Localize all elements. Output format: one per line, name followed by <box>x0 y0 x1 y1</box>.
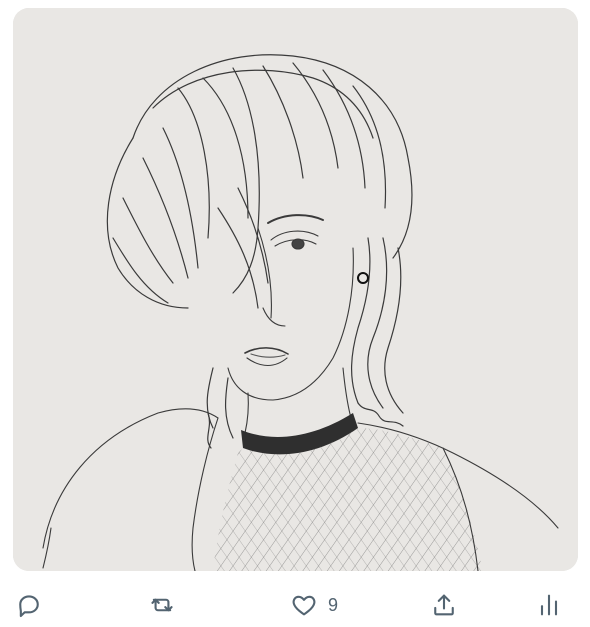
tweet-media-image[interactable] <box>13 8 578 571</box>
pencil-sketch-portrait <box>13 8 578 571</box>
like-count: 9 <box>328 594 339 615</box>
like-button[interactable]: 9 <box>290 591 338 619</box>
reply-icon <box>15 591 43 619</box>
tweet-action-bar: 9 <box>0 583 590 627</box>
analytics-icon <box>535 591 563 619</box>
share-button[interactable] <box>430 591 458 619</box>
retweet-button[interactable] <box>148 591 176 619</box>
heart-icon <box>290 591 318 619</box>
share-icon <box>430 591 458 619</box>
retweet-icon <box>148 591 176 619</box>
reply-button[interactable] <box>15 591 43 619</box>
analytics-button[interactable] <box>535 591 563 619</box>
